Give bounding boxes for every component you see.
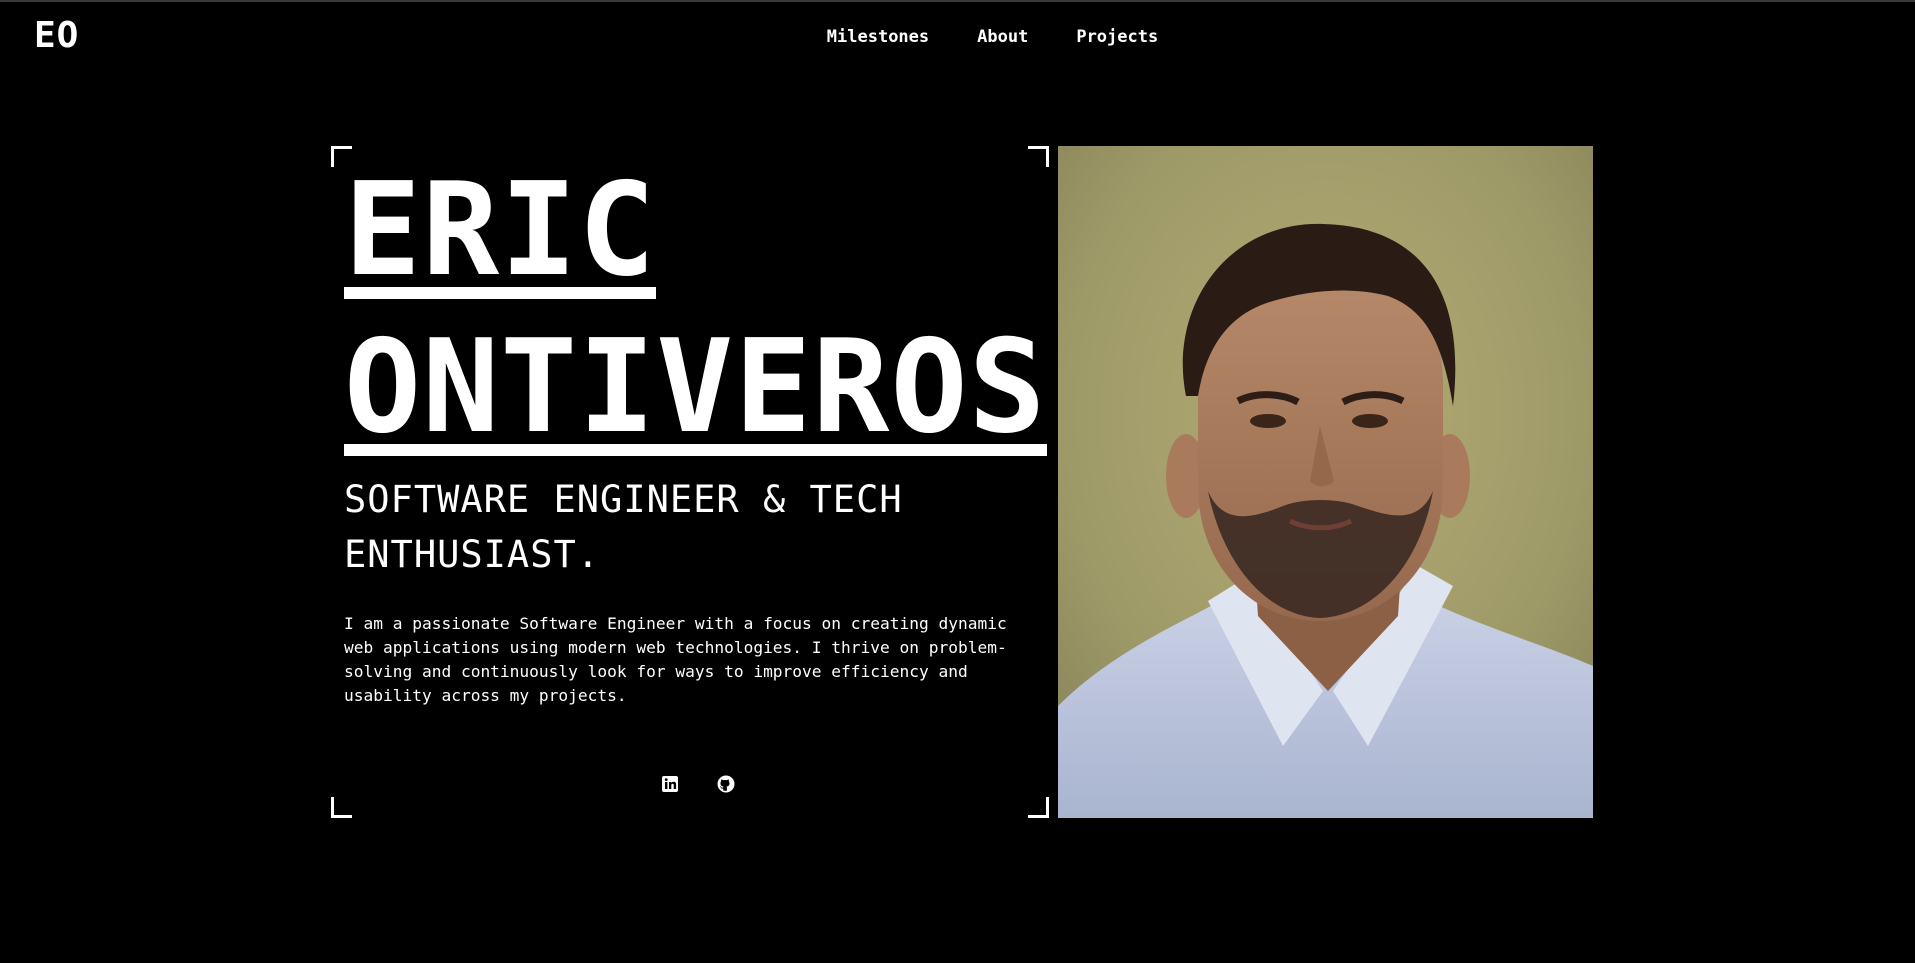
nav-about[interactable]: About: [977, 25, 1028, 49]
top-border: [0, 0, 1915, 2]
nav-projects[interactable]: Projects: [1076, 25, 1158, 49]
hero-tagline: SOFTWARE ENGINEER & TECH ENTHUSIAST.: [344, 478, 903, 576]
linkedin-icon: [662, 776, 678, 792]
frame-corner-bottom-right: [1028, 797, 1049, 818]
linkedin-link[interactable]: [660, 774, 680, 794]
hero-bio: I am a passionate Software Engineer with…: [344, 614, 1007, 705]
profile-photo: [1058, 146, 1593, 818]
portrait-photo: [1058, 146, 1593, 818]
social-links: [660, 774, 736, 794]
github-icon: [717, 775, 735, 793]
github-link[interactable]: [716, 774, 736, 794]
nav-milestones[interactable]: Milestones: [827, 25, 929, 49]
main-nav: Milestones About Projects: [0, 25, 1915, 49]
last-name: ONTIVEROS: [344, 313, 1047, 462]
frame-corner-bottom-left: [331, 797, 352, 818]
first-name: ERIC: [344, 156, 657, 305]
hero-name: ERIC ONTIVEROS: [344, 160, 1047, 459]
